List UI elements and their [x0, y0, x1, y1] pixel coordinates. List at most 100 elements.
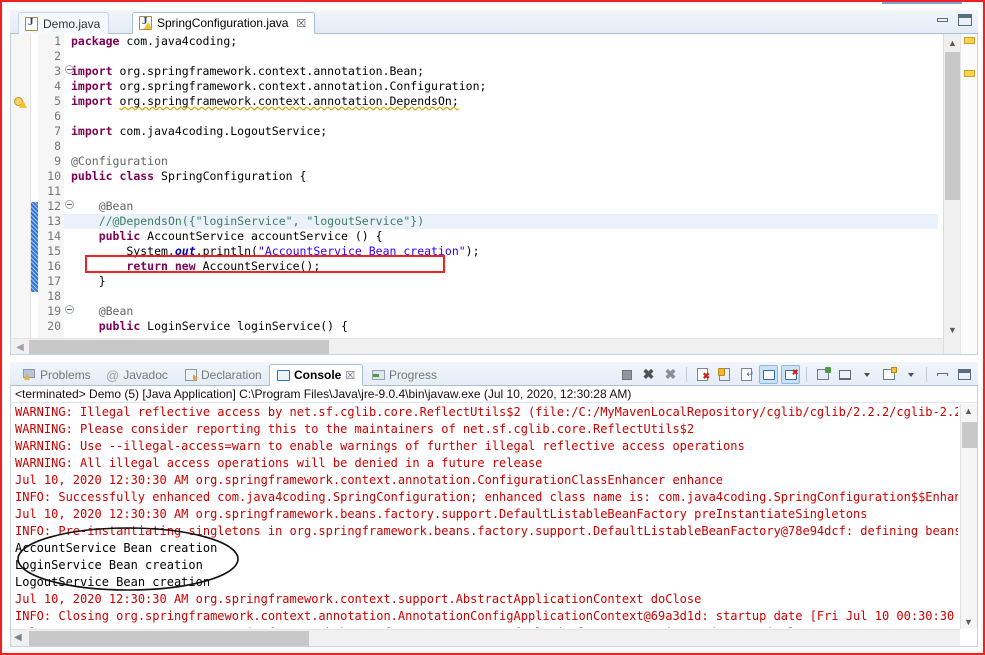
pin-console-button[interactable]	[813, 365, 832, 384]
code-line[interactable]: }	[64, 274, 938, 289]
console-body[interactable]: <terminated> Demo (5) [Java Application]…	[10, 386, 978, 647]
editor-vscroll-thumb[interactable]	[945, 52, 960, 200]
tab-progress[interactable]: Progress	[365, 364, 444, 386]
console-hscroll-thumb[interactable]	[29, 631, 309, 646]
line-number: 1	[54, 34, 61, 48]
code-line[interactable]: return new AccountService();	[64, 259, 938, 274]
code-line[interactable]: @Bean	[64, 304, 938, 319]
line-number: 13	[47, 214, 61, 228]
open-console-button[interactable]	[879, 365, 898, 384]
console-vertical-scrollbar[interactable]: ▲ ▼	[960, 404, 977, 629]
line-number: 19	[38, 304, 74, 319]
overview-marker-warning[interactable]	[964, 37, 975, 44]
tab-close-icon[interactable]: ☒	[345, 369, 355, 382]
show-console-on-output-button[interactable]	[759, 365, 778, 384]
scroll-lock-button[interactable]	[715, 365, 734, 384]
editor-vertical-scrollbar[interactable]: ▲ ▼	[943, 34, 961, 354]
code-line[interactable]: @Bean	[64, 199, 938, 214]
code-line[interactable]: package com.java4coding;	[64, 34, 938, 49]
editor-code-lines[interactable]: package com.java4coding; import org.spri…	[64, 34, 938, 354]
minimize-icon[interactable]	[933, 365, 952, 384]
open-console-dropdown[interactable]	[901, 365, 920, 384]
console-output[interactable]: WARNING: Illegal reflective access by ne…	[15, 404, 958, 628]
code-line[interactable]: @Configuration	[64, 154, 938, 169]
editor-tab-springconfiguration[interactable]: SpringConfiguration.java ☒	[132, 12, 316, 34]
code-line[interactable]	[64, 184, 938, 199]
remove-all-terminated-button[interactable]: ✖	[661, 365, 680, 384]
tab-declaration[interactable]: Declaration	[178, 364, 269, 386]
eclipse-window: Demo.java SpringConfiguration.java ☒	[0, 0, 985, 655]
code-editor[interactable]: 1 2 3 4 5 6 7 8 9 10 11 12 13 14 15 16 17 18 19 20 package …	[10, 34, 978, 355]
console-line: Jul 10, 2020 12:30:30 AM org.springframe…	[15, 625, 958, 628]
editor-line-numbers: 1 2 3 4 5 6 7 8 9 10 11 12 13 14 15 16 17 18 19 20	[38, 34, 74, 354]
console-vscroll-thumb[interactable]	[962, 422, 977, 448]
show-console-on-error-button[interactable]: ✖	[781, 365, 800, 384]
editor-tab-folder: Demo.java SpringConfiguration.java ☒	[10, 10, 978, 34]
change-bar	[31, 202, 38, 292]
maximize-icon[interactable]	[955, 365, 974, 384]
toolbar-separator	[926, 367, 927, 382]
clear-console-button[interactable]: ✖	[693, 365, 712, 384]
code-line[interactable]: System.out.println("AccountService Bean …	[64, 244, 938, 259]
editor-tab-close-icon[interactable]: ☒	[296, 17, 306, 30]
tab-label: Problems	[40, 368, 91, 382]
scroll-down-icon[interactable]: ▼	[944, 321, 961, 338]
console-line: WARNING: Use --illegal-access=warn to en…	[15, 439, 745, 453]
tab-javadoc[interactable]: @ Javadoc	[99, 364, 175, 386]
code-line[interactable]: import org.springframework.context.annot…	[64, 64, 938, 79]
code-line[interactable]	[64, 109, 938, 124]
code-line[interactable]	[64, 49, 938, 64]
scroll-left-icon[interactable]: ◀	[13, 340, 27, 354]
editor-hscroll-thumb[interactable]	[29, 340, 329, 354]
quickfix-warning-bulb-icon[interactable]	[14, 96, 28, 109]
console-line: INFO: Successfully enhanced com.java4cod…	[15, 490, 958, 504]
console-line: Jul 10, 2020 12:30:30 AM org.springframe…	[15, 507, 868, 521]
line-number: 8	[54, 139, 61, 153]
code-line[interactable]: public LoginService loginService() {	[64, 319, 938, 334]
code-line[interactable]: public AccountService accountService () …	[64, 229, 938, 244]
console-horizontal-scrollbar[interactable]: ◀	[11, 629, 960, 646]
terminate-button[interactable]	[617, 365, 636, 384]
editor-overview-ruler[interactable]	[960, 34, 977, 354]
java-file-warning-icon	[139, 15, 152, 30]
code-line[interactable]: import com.java4coding.LogoutService;	[64, 124, 938, 139]
remove-launch-button[interactable]: ✖	[639, 365, 658, 384]
maximize-icon[interactable]	[958, 14, 972, 26]
line-number: 11	[47, 184, 61, 198]
tab-problems[interactable]: Problems	[16, 364, 98, 386]
scroll-up-icon[interactable]: ▲	[944, 34, 961, 51]
code-line[interactable]: public class SpringConfiguration {	[64, 169, 938, 184]
code-line[interactable]: import org.springframework.context.annot…	[64, 79, 938, 94]
scroll-left-icon[interactable]: ◀	[14, 632, 22, 643]
code-line[interactable]: //@DependsOn({"loginService", "logoutSer…	[64, 214, 938, 229]
editor-tab-demo[interactable]: Demo.java	[18, 12, 110, 34]
word-wrap-button[interactable]: ↵	[737, 365, 756, 384]
tab-console[interactable]: Console ☒	[269, 364, 364, 386]
line-number: 6	[54, 109, 61, 123]
tab-label: Declaration	[201, 368, 262, 382]
console-line: INFO: Pre-instantiating singletons in or…	[15, 524, 958, 538]
minimize-icon[interactable]	[937, 18, 948, 22]
console-line: AccountService Bean creation	[15, 541, 218, 555]
display-selected-console-button[interactable]	[835, 365, 854, 384]
editor-horizontal-scrollbar[interactable]: ◀	[11, 338, 943, 354]
console-line: Jul 10, 2020 12:30:30 AM org.springframe…	[15, 473, 724, 487]
code-line[interactable]: import org.springframework.context.annot…	[64, 94, 938, 109]
display-selected-console-dropdown[interactable]	[857, 365, 876, 384]
console-line: INFO: Closing org.springframework.contex…	[15, 609, 958, 623]
line-number: 20	[47, 319, 61, 333]
console-line: LogoutService Bean creation	[15, 575, 211, 589]
scroll-up-icon[interactable]: ▲	[964, 406, 973, 416]
window-body: Demo.java SpringConfiguration.java ☒	[4, 4, 981, 651]
editor-annotation-gutter[interactable]	[11, 34, 31, 354]
code-line[interactable]	[64, 139, 938, 154]
line-number: 17	[47, 274, 61, 288]
console-line: LoginService Bean creation	[15, 558, 203, 572]
editor-tab-label: Demo.java	[43, 16, 101, 31]
overview-marker-warning[interactable]	[964, 70, 975, 77]
line-number: 3	[38, 64, 74, 79]
scroll-down-icon[interactable]: ▼	[964, 617, 973, 627]
line-number: 10	[47, 169, 61, 183]
code-line[interactable]	[64, 289, 938, 304]
line-number: 5	[54, 94, 61, 108]
